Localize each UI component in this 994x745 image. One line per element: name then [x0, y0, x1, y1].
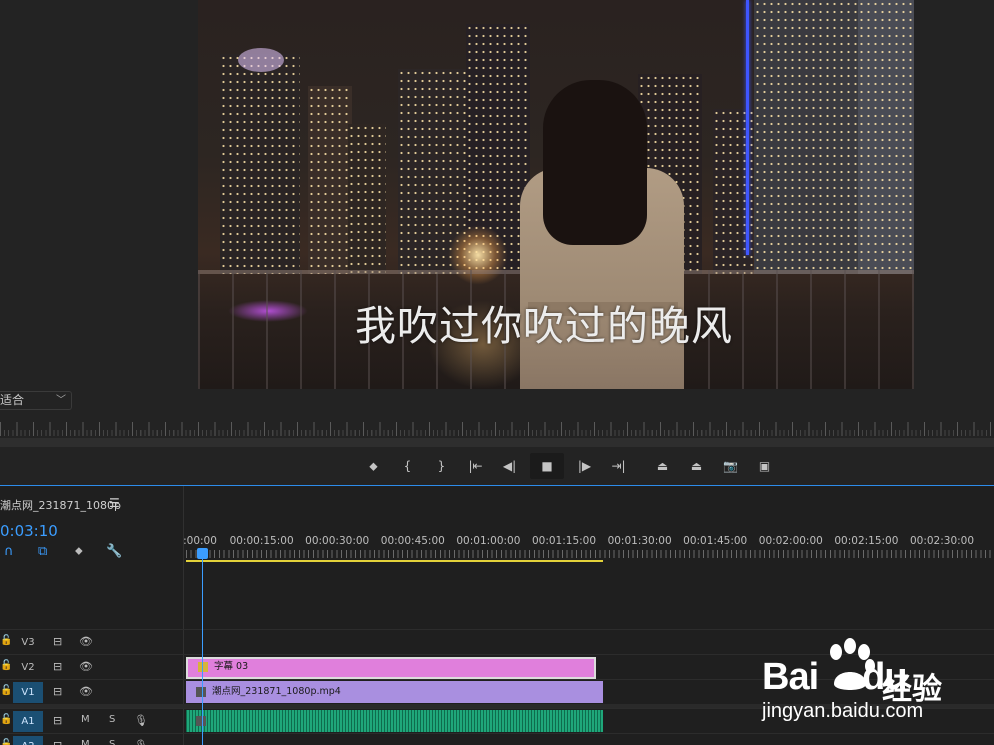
lock-icon[interactable]: 🔓 [0, 635, 12, 646]
mark-out-button[interactable]: } [428, 453, 455, 479]
compare-button[interactable]: ▣ [751, 453, 778, 479]
subtitle-clip[interactable]: 字幕 03 [186, 657, 596, 679]
ruler-label: 00:00:45:00 [380, 535, 445, 547]
add-marker-button[interactable]: ⬥ [360, 453, 387, 479]
mute-button[interactable]: M [81, 739, 90, 745]
solo-button[interactable]: S [109, 739, 115, 745]
work-area-bar[interactable] [186, 560, 603, 562]
chevron-down-icon: ﹀ [56, 395, 66, 406]
playhead-line[interactable] [202, 548, 203, 745]
video-subtitle: 我吹过你吹过的晚风 [355, 302, 733, 350]
watermark-brand-left: Bai [762, 656, 819, 698]
extract-button[interactable]: ⏏ [683, 453, 710, 479]
baidu-jingyan-watermark: Bai du 经验 jingyan.baidu.com [762, 638, 994, 745]
timeline-time-ruler[interactable]: :00:00 00:00:15:00 00:00:30:00 00:00:45:00 0… [183, 532, 994, 562]
baidu-paw-icon [830, 638, 875, 690]
building [348, 124, 386, 274]
sync-lock-icon[interactable]: ⊟ [53, 660, 62, 673]
solo-button[interactable]: S [109, 714, 115, 725]
audio-clip[interactable] [186, 710, 603, 732]
microphone-icon[interactable]: 🎙 [134, 739, 148, 745]
lock-icon[interactable]: 🔓 [0, 685, 12, 696]
go-to-out-button[interactable]: ⇥| [605, 453, 632, 479]
lift-button[interactable]: ⏏ [649, 453, 676, 479]
ruler-label: 00:02:30:00 [909, 535, 975, 547]
video-preview[interactable]: 我吹过你吹过的晚风 [198, 0, 914, 389]
step-forward-button[interactable]: |▶ [571, 453, 598, 479]
sync-lock-icon[interactable]: ⊟ [53, 635, 62, 648]
step-back-button[interactable]: ◀| [496, 453, 523, 479]
snap-icon[interactable]: ∩ [4, 544, 14, 559]
ruler-label: 00:01:30:00 [607, 535, 672, 547]
fx-badge-icon [196, 716, 206, 726]
track-name-a2[interactable]: A2 [13, 736, 43, 745]
ruler-label: 00:01:15:00 [531, 535, 597, 547]
woman-hair [543, 80, 647, 245]
subtitle-clip-label: 字幕 03 [214, 661, 249, 672]
microphone-icon[interactable]: 🎙 [134, 714, 148, 727]
building-spire-glow [238, 48, 284, 72]
sync-lock-icon[interactable]: ⊟ [53, 739, 62, 745]
building [220, 54, 300, 274]
wrench-icon[interactable]: 🔧 [106, 544, 122, 559]
building [858, 0, 914, 274]
playhead-timecode[interactable]: 0:03:10 [0, 522, 58, 540]
transport-controls: ⬥ {} |⇤ ◀| ■ |▶ ⇥| ⏏ ⏏ 📷 ▣ [360, 452, 785, 480]
track-name-v3[interactable]: V3 [13, 632, 43, 653]
play-stop-button[interactable]: ■ [530, 453, 564, 479]
add-marker-icon[interactable]: ⬥ [75, 544, 83, 558]
program-monitor: 我吹过你吹过的晚风 适合 ﹀ ⬥ {} |⇤ ◀| ■ |▶ ⇥| ⏏ ⏏ 📷 ▣ [0, 0, 994, 485]
eye-icon[interactable]: 👁 [79, 635, 93, 648]
building [754, 0, 862, 274]
track-name-a1[interactable]: A1 [13, 711, 43, 732]
eye-icon[interactable]: 👁 [79, 685, 93, 698]
go-to-in-button[interactable]: |⇤ [462, 453, 489, 479]
video-clip[interactable]: 潮点网_231871_1080p.mp4 [186, 681, 603, 703]
eye-icon[interactable]: 👁 [79, 660, 93, 673]
export-frame-button[interactable]: 📷 [717, 453, 744, 479]
lock-icon[interactable]: 🔓 [0, 739, 12, 745]
lock-icon[interactable]: 🔓 [0, 714, 12, 725]
ruler-label: 00:02:15:00 [834, 535, 899, 547]
fx-badge-icon [198, 662, 208, 672]
sequence-tab[interactable]: 潮点网_231871_1080p [0, 497, 121, 513]
sync-lock-icon[interactable]: ⊟ [53, 714, 62, 727]
ruler-label: 00:00:30:00 [305, 535, 370, 547]
lock-icon[interactable]: 🔓 [0, 660, 12, 671]
mark-in-button[interactable]: { [394, 453, 421, 479]
ruler-ticks [186, 550, 994, 558]
ruler-label: 00:02:00:00 [758, 535, 823, 547]
watermark-url: jingyan.baidu.com [762, 700, 924, 722]
sync-lock-icon[interactable]: ⊟ [53, 685, 62, 698]
linked-selection-icon[interactable]: ⧉ [38, 544, 47, 559]
track-name-v2[interactable]: V2 [13, 657, 43, 678]
fit-dropdown-value: 适合 [0, 393, 25, 407]
track-name-v1[interactable]: V1 [13, 682, 43, 703]
ruler-label: 00:01:45:00 [683, 535, 748, 547]
monitor-time-ruler[interactable] [0, 420, 994, 438]
laser-beam [746, 0, 749, 255]
mute-button[interactable]: M [81, 714, 90, 725]
fx-badge-icon [196, 687, 206, 697]
ruler-label: 00:01:00:00 [456, 535, 521, 547]
fit-dropdown[interactable]: 适合 ﹀ [0, 391, 72, 410]
video-clip-label: 潮点网_231871_1080p.mp4 [212, 686, 341, 697]
building [308, 86, 352, 274]
ruler-label: :00:00 [183, 535, 217, 547]
panel-menu-icon[interactable]: ☰ [109, 496, 120, 510]
monitor-scrub-bar[interactable] [0, 438, 994, 447]
ruler-label: 00:00:15:00 [229, 535, 294, 547]
playhead-handle[interactable] [197, 548, 208, 559]
